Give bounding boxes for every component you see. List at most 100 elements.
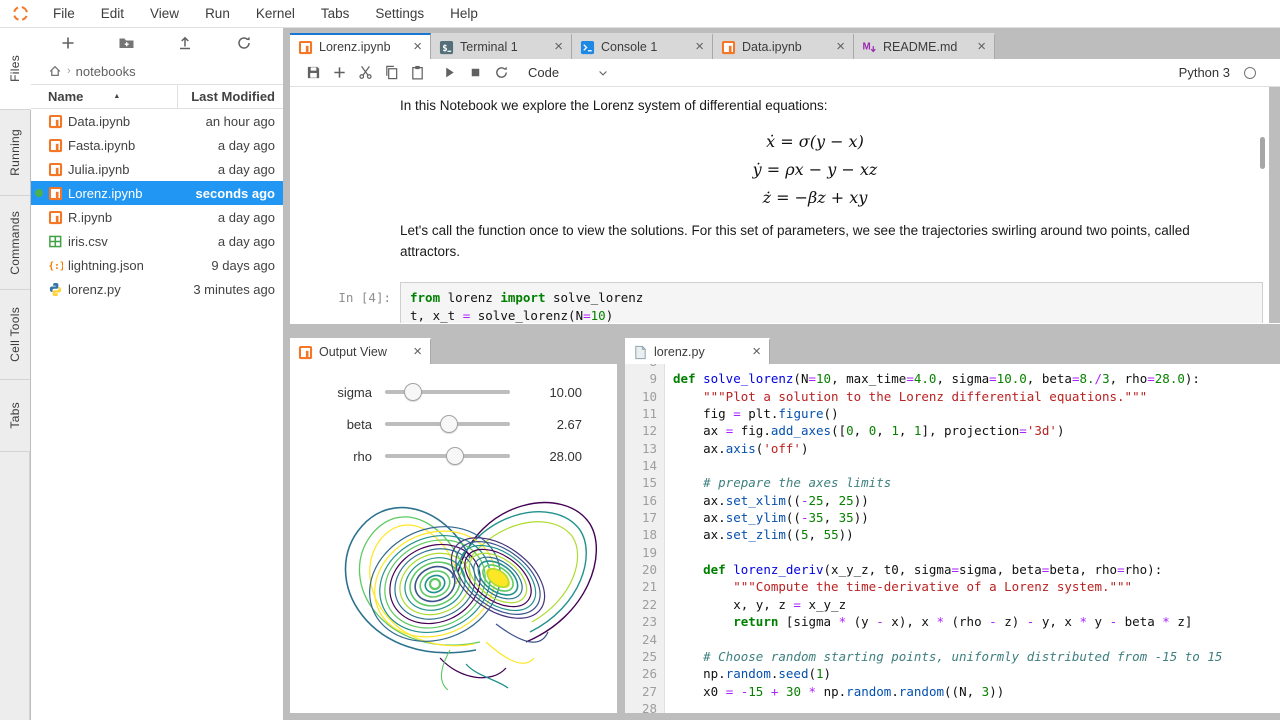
dock-tab-console-1[interactable]: Console 1× — [572, 33, 713, 59]
home-icon[interactable] — [48, 64, 62, 78]
column-header-modified[interactable]: Last Modified — [178, 89, 283, 104]
code-line — [665, 457, 1280, 474]
slider-handle[interactable] — [440, 415, 458, 433]
dock-tab-lorenz-ipynb[interactable]: Lorenz.ipynb× — [290, 33, 431, 59]
slider-track[interactable] — [385, 414, 510, 434]
tab-output-view[interactable]: Output View × — [290, 338, 431, 364]
file-name: Julia.ipynb — [68, 162, 129, 177]
menu-items: FileEditViewRunKernelTabsSettingsHelp — [40, 0, 491, 28]
code-cell[interactable]: In [4]: from lorenz import solve_lorenzt… — [290, 282, 1280, 323]
sidebar-tab-files[interactable]: Files — [0, 28, 31, 110]
close-icon[interactable]: × — [548, 40, 563, 54]
markdown-paragraph: Let's call the function once to view the… — [400, 220, 1230, 262]
main-dock-tabbar: Lorenz.ipynb×$Terminal 1×Console 1×Data.… — [290, 33, 1280, 59]
notebook-toolbar: Code Python 3 — [290, 59, 1280, 87]
refresh-file-list-button[interactable] — [233, 32, 255, 54]
restart-kernel-button[interactable] — [488, 61, 514, 85]
code-line: def solve_lorenz(N=10, max_time=4.0, sig… — [665, 370, 1280, 387]
slider-handle[interactable] — [404, 383, 422, 401]
dock-tab-readme-md[interactable]: M README.md× — [854, 33, 995, 59]
file-name: Data.ipynb — [68, 114, 130, 129]
notebook-content: In this Notebook we explore the Lorenz s… — [290, 87, 1280, 323]
notebook-scrollbar-thumb[interactable] — [1260, 137, 1265, 169]
file-modified: an hour ago — [130, 114, 283, 129]
slider-handle[interactable] — [446, 447, 464, 465]
save-icon — [306, 65, 321, 80]
sidebar-tab-tabs[interactable]: Tabs — [0, 380, 30, 452]
menu-file[interactable]: File — [40, 0, 88, 28]
file-row[interactable]: Lorenz.ipynbseconds ago — [31, 181, 283, 205]
stop-kernel-button[interactable] — [462, 61, 488, 85]
file-row[interactable]: Fasta.ipynba day ago — [31, 133, 283, 157]
tab-lorenz-py[interactable]: lorenz.py × — [625, 338, 770, 364]
file-row[interactable]: Data.ipynban hour ago — [31, 109, 283, 133]
menu-help[interactable]: Help — [437, 0, 491, 28]
code-line — [665, 700, 1280, 713]
close-icon[interactable]: × — [407, 40, 422, 54]
menu-view[interactable]: View — [137, 0, 192, 28]
slider-value: 10.00 — [510, 385, 582, 400]
file-name: Lorenz.ipynb — [68, 186, 142, 201]
close-icon[interactable]: × — [407, 345, 422, 359]
cell-editor[interactable]: from lorenz import solve_lorenzt, x_t = … — [400, 282, 1263, 323]
menu-run[interactable]: Run — [192, 0, 243, 28]
file-row[interactable]: Julia.ipynba day ago — [31, 157, 283, 181]
run-cell-button[interactable] — [436, 61, 462, 85]
close-icon[interactable]: × — [971, 40, 986, 54]
menu-tabs[interactable]: Tabs — [308, 0, 363, 28]
upload-button[interactable] — [174, 32, 196, 54]
file-row[interactable]: R.ipynba day ago — [31, 205, 283, 229]
cut-cells-button[interactable] — [352, 61, 378, 85]
column-header-name[interactable]: Name ▲ — [31, 85, 178, 108]
menu-edit[interactable]: Edit — [88, 0, 137, 28]
sidebar-tab-running[interactable]: Running — [0, 110, 30, 196]
notebook-icon — [298, 345, 313, 360]
equation-block: ẋ = σ(y − x) ẏ = ρx − y − xz ż = −βz + x… — [290, 128, 1280, 212]
dock-tab-terminal-1[interactable]: $Terminal 1× — [431, 33, 572, 59]
slider-track[interactable] — [385, 382, 510, 402]
editor-code[interactable]: def solve_lorenz(N=10, max_time=4.0, sig… — [665, 364, 1280, 713]
copy-cells-button[interactable] — [378, 61, 404, 85]
save-button[interactable] — [300, 61, 326, 85]
sidebar-tab-commands[interactable]: Commands — [0, 196, 30, 290]
code-line: x0 = -15 + 30 * np.random.random((N, 3)) — [665, 683, 1280, 700]
console-icon — [580, 40, 595, 55]
insert-cell-button[interactable] — [326, 61, 352, 85]
file-row[interactable]: iris.csva day ago — [31, 229, 283, 253]
close-icon[interactable]: × — [689, 40, 704, 54]
cell-type-dropdown[interactable]: Code — [528, 65, 609, 80]
file-modified: 9 days ago — [144, 258, 283, 273]
close-icon[interactable]: × — [830, 40, 845, 54]
file-row[interactable]: {:}lightning.json9 days ago — [31, 253, 283, 277]
slider-value: 2.67 — [510, 417, 582, 432]
paste-cells-button[interactable] — [404, 61, 430, 85]
notebook-panel: Code Python 3 In this Notebook we explor… — [290, 59, 1280, 324]
code-line: return [sigma * (y - x), x * (rho - z) -… — [665, 613, 1280, 630]
notebook-icon — [298, 40, 313, 55]
close-icon[interactable]: × — [746, 345, 761, 359]
plus-icon — [60, 35, 76, 51]
menu-kernel[interactable]: Kernel — [243, 0, 308, 28]
new-launcher-button[interactable] — [57, 32, 79, 54]
left-sidebar-tabstrip: Files Running Commands Cell ToolsTabs — [0, 28, 30, 720]
sidebar-tab-label: Running — [8, 129, 22, 176]
sidebar-tab-cell-tools[interactable]: Cell Tools — [0, 290, 30, 380]
notebook-icon — [721, 40, 736, 55]
kernel-name[interactable]: Python 3 — [1179, 65, 1270, 80]
markdown-paragraph: In this Notebook we explore the Lorenz s… — [400, 95, 1230, 116]
breadcrumb-folder[interactable]: notebooks — [76, 64, 136, 79]
file-browser-toolbar — [31, 28, 283, 58]
sidebar-tab-label: Commands — [8, 211, 22, 275]
code-line: fig = plt.figure() — [665, 405, 1280, 422]
lorenz-attractor-plot — [290, 472, 617, 707]
dock-tab-data-ipynb[interactable]: Data.ipynb× — [713, 33, 854, 59]
new-folder-button[interactable] — [116, 32, 138, 54]
file-row[interactable]: lorenz.py3 minutes ago — [31, 277, 283, 301]
tab-label: README.md — [883, 40, 971, 54]
editor-body[interactable]: 8910111213141516171819202122232425262728… — [625, 364, 1280, 713]
menu-settings[interactable]: Settings — [362, 0, 437, 28]
code-line: """Compute the time-derivative of a Lore… — [665, 578, 1280, 595]
slider-track[interactable] — [385, 446, 510, 466]
svg-text:M: M — [862, 41, 870, 52]
slider-row-beta: beta2.67 — [290, 408, 617, 440]
